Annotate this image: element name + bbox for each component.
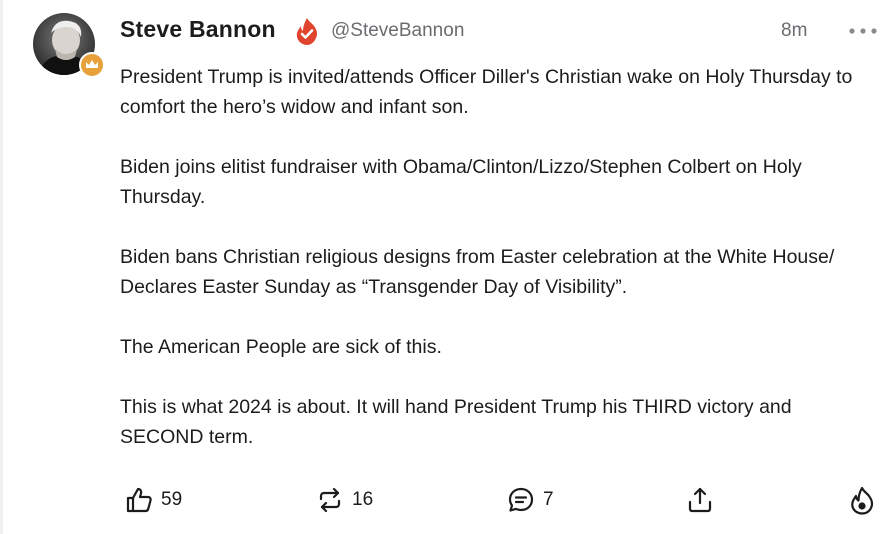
author-name[interactable]: Steve Bannon xyxy=(120,16,276,43)
post-paragraph: The American People are sick of this. xyxy=(120,336,442,358)
boost-button[interactable] xyxy=(848,480,876,520)
comment-count: 7 xyxy=(543,489,554,510)
repost-button[interactable]: 16 xyxy=(316,480,373,520)
post-paragraph: Biden joins elitist fundraiser with Obam… xyxy=(120,156,802,208)
repost-count: 16 xyxy=(352,489,374,510)
post-paragraph: This is what 2024 is about. It will hand… xyxy=(120,396,792,448)
post-body: President Trump is invited/attends Offic… xyxy=(120,62,870,482)
thumbs-up-icon xyxy=(126,487,152,513)
comment-icon xyxy=(508,487,534,512)
action-bar: 59 16 7 xyxy=(3,480,892,520)
post-paragraph: President Trump is invited/attends Offic… xyxy=(120,66,853,118)
post-card: Steve Bannon @SteveBannon 8m President T… xyxy=(0,0,892,534)
verified-flame-icon xyxy=(296,18,318,45)
crown-badge-icon xyxy=(79,52,105,78)
share-button[interactable] xyxy=(686,480,714,520)
like-button[interactable]: 59 xyxy=(125,480,182,520)
more-dots-icon[interactable] xyxy=(848,26,878,36)
comment-button[interactable]: 7 xyxy=(507,480,554,520)
like-count: 59 xyxy=(161,489,183,510)
share-icon xyxy=(688,487,712,513)
flame-icon xyxy=(851,486,874,515)
author-handle[interactable]: @SteveBannon xyxy=(331,20,464,42)
post-timestamp[interactable]: 8m xyxy=(781,20,807,42)
repost-icon xyxy=(319,487,341,513)
post-paragraph: Biden bans Christian religious designs f… xyxy=(120,246,835,298)
